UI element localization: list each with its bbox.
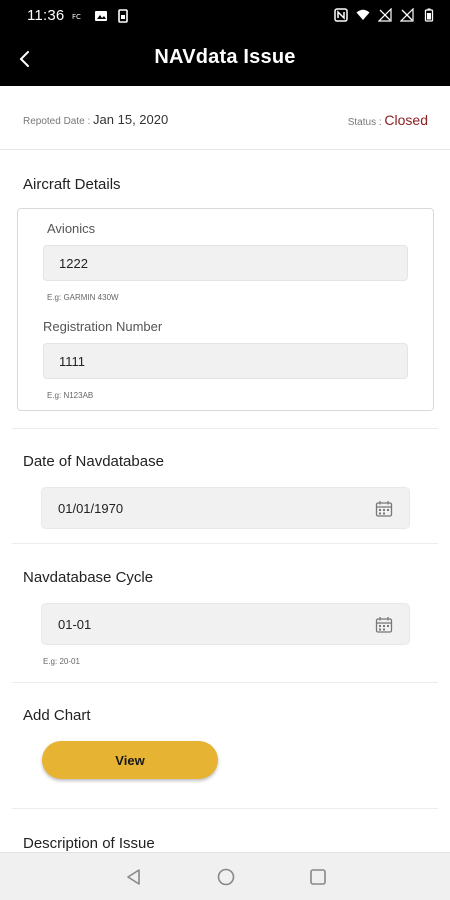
navdatabase-cycle-field[interactable]: 01-01 (41, 603, 410, 645)
signal-off-icon (400, 8, 414, 22)
nav-recents-icon[interactable] (308, 867, 328, 887)
aircraft-details-title: Aircraft Details (23, 176, 121, 193)
navdatabase-cycle-hint: E.g: 20-01 (43, 657, 80, 666)
reported-date: Repoted Date : Jan 15, 2020 (23, 112, 168, 127)
nfc-icon: FC (72, 13, 81, 21)
aircraft-details-card: Avionics 1222 E.g: GARMIN 430W Registrat… (17, 208, 434, 411)
report-info-row: Repoted Date : Jan 15, 2020 Status : Clo… (0, 86, 450, 150)
avionics-label: Avionics (47, 221, 96, 236)
view-chart-button[interactable]: View (42, 741, 218, 779)
battery-icon (424, 8, 434, 22)
app-bar: NAVdata Issue (0, 32, 450, 86)
add-chart-title: Add Chart (23, 707, 91, 724)
navdatabase-cycle-title: Navdatabase Cycle (23, 569, 154, 586)
svg-text:FC: FC (72, 13, 81, 21)
description-title: Description of Issue (23, 835, 155, 852)
registration-label: Registration Number (43, 319, 163, 334)
avionics-field[interactable]: 1222 (43, 245, 408, 281)
status-time: 11:36 (27, 7, 65, 24)
registration-hint: E.g: N123AB (47, 391, 94, 400)
page-title: NAVdata Issue (154, 46, 296, 68)
navdatabase-date-field[interactable]: 01/01/1970 (41, 487, 410, 529)
status: Status : Closed (348, 112, 428, 128)
navdatabase-cycle-value: 01-01 (58, 617, 92, 632)
calendar-icon[interactable] (375, 616, 393, 634)
calendar-icon[interactable] (375, 500, 393, 518)
nav-back-icon[interactable] (124, 867, 144, 887)
status-label: Status : (347, 117, 385, 128)
signal-off-icon (378, 8, 392, 22)
reported-date-label: Repoted Date : (23, 116, 94, 127)
image-icon (95, 11, 107, 21)
divider (12, 428, 438, 429)
status-value: Closed (384, 112, 428, 128)
sim-icon (118, 9, 128, 23)
divider (12, 808, 438, 809)
wifi-icon (356, 9, 370, 20)
nfc-n-icon (334, 8, 348, 22)
registration-field[interactable]: 1111 (43, 343, 408, 379)
divider (12, 682, 438, 683)
status-bar: 11:36 FC (0, 0, 450, 32)
avionics-hint: E.g: GARMIN 430W (47, 293, 119, 302)
system-nav-bar (0, 852, 450, 900)
navdatabase-date-title: Date of Navdatabase (23, 453, 164, 470)
navdatabase-date-value: 01/01/1970 (58, 501, 124, 516)
divider (12, 543, 438, 544)
reported-date-value: Jan 15, 2020 (93, 112, 169, 127)
nav-home-icon[interactable] (216, 867, 236, 887)
